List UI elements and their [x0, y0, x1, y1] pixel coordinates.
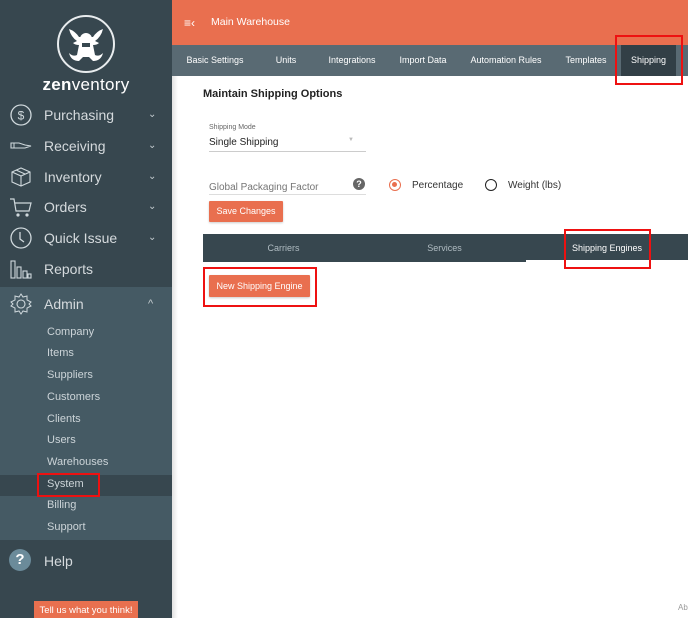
- sidebar-item-label: Inventory: [44, 168, 102, 185]
- shipping-subtabs: Carriers Services Shipping Engines: [203, 234, 688, 262]
- subitem-label: Suppliers: [47, 369, 93, 381]
- sidebar-item-label: Help: [44, 552, 73, 569]
- gear-icon: [8, 291, 34, 317]
- logo-text-bold: zen: [42, 75, 72, 94]
- sidebar-item-admin[interactable]: Admin ^: [0, 288, 172, 319]
- sidebar-subitem-support[interactable]: Support: [0, 518, 172, 539]
- top-bar: ≡‹ Main Warehouse: [172, 0, 688, 45]
- clock-icon: [8, 225, 34, 251]
- sidebar-item-label: Receiving: [44, 137, 106, 154]
- samurai-helmet-icon: [69, 29, 103, 61]
- subtab-carriers[interactable]: Carriers: [203, 234, 364, 262]
- footer-about-link[interactable]: Abo: [678, 603, 688, 612]
- sidebar-item-purchasing[interactable]: $ Purchasing ⌄: [0, 99, 172, 130]
- subitem-label: Users: [47, 434, 76, 446]
- dollar-circle-icon: $: [8, 102, 34, 128]
- chevron-up-icon[interactable]: ^: [148, 298, 153, 310]
- tab-automation-rules[interactable]: Automation Rules: [465, 45, 547, 76]
- subitem-label: Clients: [47, 413, 81, 425]
- packaging-factor-input[interactable]: [209, 180, 366, 195]
- sidebar-item-label: Purchasing: [44, 106, 115, 123]
- chevron-down-icon[interactable]: ⌄: [148, 109, 156, 120]
- sidebar-subitem-system[interactable]: System: [0, 475, 172, 496]
- chevron-down-icon[interactable]: ⌄: [148, 201, 156, 212]
- sidebar-item-label: Admin: [44, 295, 84, 312]
- chevron-down-icon[interactable]: ⌄: [148, 171, 156, 182]
- tab-integrations[interactable]: Integrations: [322, 45, 382, 76]
- sidebar: zenventory $ Purchasing ⌄ Receiving ⌄ In…: [0, 0, 172, 618]
- chevron-down-icon[interactable]: ⌄: [148, 232, 156, 243]
- chevron-down-icon[interactable]: ⌄: [148, 140, 156, 151]
- feedback-button[interactable]: Tell us what you think!: [34, 601, 138, 618]
- subitem-label: System: [47, 478, 84, 490]
- bar-chart-icon: [8, 256, 34, 282]
- logo-text-rest: ventory: [71, 75, 130, 94]
- logo-circle: [57, 15, 115, 73]
- box-icon: [8, 164, 34, 190]
- sidebar-item-reports[interactable]: Reports: [0, 253, 172, 284]
- new-shipping-engine-button[interactable]: New Shipping Engine: [209, 275, 310, 297]
- help-question-icon[interactable]: ?: [353, 178, 365, 190]
- sidebar-subitem-users[interactable]: Users: [0, 431, 172, 452]
- subtab-services[interactable]: Services: [364, 234, 525, 262]
- sidebar-item-orders[interactable]: Orders ⌄: [0, 191, 172, 222]
- subitem-label: Company: [47, 326, 95, 338]
- shipping-mode-label: Shipping Mode: [209, 124, 256, 131]
- tab-basic-settings[interactable]: Basic Settings: [180, 45, 250, 76]
- sidebar-item-label: Orders: [44, 198, 87, 215]
- cart-icon: [8, 194, 34, 220]
- subitem-label: Warehouses: [47, 456, 109, 468]
- sidebar-subitem-billing[interactable]: Billing: [0, 496, 172, 517]
- dropdown-arrow-icon[interactable]: ▼: [348, 137, 354, 143]
- sidebar-subitem-suppliers[interactable]: Suppliers: [0, 366, 172, 387]
- sidebar-subitem-warehouses[interactable]: Warehouses: [0, 453, 172, 474]
- sidebar-subitem-customers[interactable]: Customers: [0, 388, 172, 409]
- logo[interactable]: zenventory: [0, 0, 172, 98]
- warehouse-title: Main Warehouse: [211, 16, 290, 28]
- logo-text: zenventory: [0, 75, 172, 95]
- sidebar-item-help[interactable]: Help: [0, 545, 172, 576]
- tab-templates[interactable]: Templates: [560, 45, 612, 76]
- subitem-label: Customers: [47, 391, 101, 403]
- subitem-label: Items: [47, 347, 74, 359]
- page-title: Maintain Shipping Options: [203, 88, 343, 100]
- sidebar-subitem-items[interactable]: Items: [0, 344, 172, 365]
- radio-percentage-label: Percentage: [412, 180, 464, 191]
- sidebar-item-quick-issue[interactable]: Quick Issue ⌄: [0, 222, 172, 253]
- subtab-shipping-engines[interactable]: Shipping Engines: [526, 234, 688, 262]
- subitem-label: Billing: [47, 499, 77, 511]
- sidebar-item-inventory[interactable]: Inventory ⌄: [0, 161, 172, 192]
- sidebar-subitem-clients[interactable]: Clients: [0, 410, 172, 431]
- tab-units[interactable]: Units: [266, 45, 306, 76]
- sidebar-subitem-company[interactable]: Company: [0, 323, 172, 344]
- radio-weight-label: Weight (lbs): [508, 180, 562, 191]
- radio-weight[interactable]: [485, 179, 497, 191]
- select-underline: [209, 151, 366, 152]
- sidebar-item-label: Quick Issue: [44, 229, 118, 246]
- tab-import-data[interactable]: Import Data: [395, 45, 451, 76]
- collapse-menu-icon[interactable]: ≡‹: [184, 16, 195, 30]
- content-shadow: [172, 76, 178, 618]
- svg-text:$: $: [18, 108, 25, 122]
- sidebar-item-label: Reports: [44, 260, 94, 277]
- shipping-mode-select[interactable]: Single Shipping: [209, 137, 279, 148]
- subitem-label: Support: [47, 521, 86, 533]
- hand-receive-icon: [8, 133, 34, 159]
- save-changes-button[interactable]: Save Changes: [209, 201, 283, 222]
- sidebar-item-receiving[interactable]: Receiving ⌄: [0, 130, 172, 161]
- tab-shipping[interactable]: Shipping: [621, 45, 676, 76]
- settings-tabbar: Basic Settings Units Integrations Import…: [172, 45, 688, 76]
- radio-percentage[interactable]: [389, 179, 401, 191]
